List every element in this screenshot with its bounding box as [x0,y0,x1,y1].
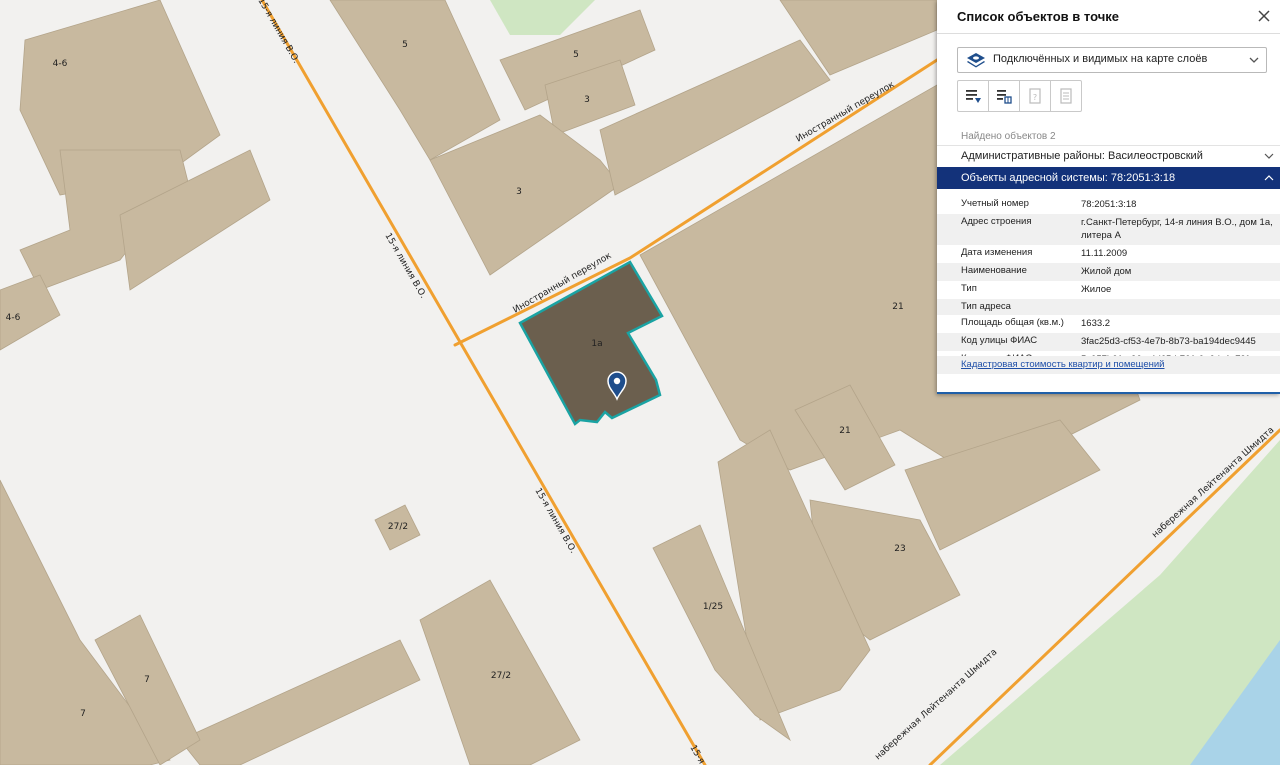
building-number-label: 3 [516,187,522,197]
chevron-up-icon [1264,175,1274,181]
building-number-label: 4-6 [6,313,21,323]
building-number-label: 5 [573,50,579,60]
attribute-row: Код улицы ФИАС 3fac25d3-cf53-4e7b-8b73-ba… [937,333,1280,351]
building-number-label: 5 [402,40,408,50]
building-number-label: 21 [839,426,850,436]
divider [937,33,1280,34]
chevron-down-icon [1249,57,1259,63]
layers-icon [967,53,985,68]
attribute-key: Дата изменения [961,247,1033,258]
layer-select[interactable]: Подключённых и видимых на карте слоёв [957,47,1267,73]
attribute-key: Тип адреса [961,301,1011,312]
attribute-value: г.Санкт-Петербург, 14-я линия В.О., дом … [1081,217,1273,241]
attribute-key: Площадь общая (кв.м.) [961,317,1064,328]
attribute-row: Адрес строения г.Санкт-Петербург, 14-я ли… [937,214,1280,245]
panel-title: Список объектов в точке [957,9,1119,24]
cadastral-value-link[interactable]: Кадастровая стоимость квартир и помещени… [961,359,1165,370]
building-number-label: 1а [591,339,602,349]
close-icon[interactable] [1254,6,1274,26]
svg-text:?: ? [1033,93,1037,102]
district-row-label: Административные районы: Василеостровски… [961,150,1203,162]
attribute-value: 3fac25d3-cf53-4e7b-8b73-ba194dec9445 [1081,336,1256,347]
attribute-value [1081,301,1276,312]
building-number-label: 1/25 [703,602,723,612]
layer-select-label: Подключённых и видимых на карте слоёв [993,53,1208,65]
attribute-row: Наименование Жилой дом [937,263,1280,281]
attribute-value: 78:2051:3:18 [1081,199,1137,210]
attribute-key: Тип [961,283,977,294]
attribute-key: Наименование [961,265,1027,276]
building-number-label: 21 [892,302,903,312]
panel-toolbar: ? [957,80,1082,112]
building-number-label: 7 [80,709,86,719]
building-number-label: 27/2 [388,522,408,532]
building-number-label: 27/2 [491,671,511,681]
document-button[interactable] [1051,81,1081,111]
district-row[interactable]: Административные районы: Василеостровски… [937,145,1280,166]
address-object-row[interactable]: Объекты адресной системы: 78:2051:3:18 [937,167,1280,189]
address-object-label: Объекты адресной системы: 78:2051:3:18 [961,172,1176,184]
attribute-row: Площадь общая (кв.м.) 1633.2 [937,315,1280,333]
attribute-row: Тип адреса [937,299,1280,315]
attribute-value: Жилой дом [1081,266,1132,277]
building-number-label: 7 [144,675,150,685]
attribute-key: Адрес строения [961,216,1032,227]
attribute-key: Учетный номер [961,198,1029,209]
objects-panel: Список объектов в точке Подключённых и в… [937,0,1280,394]
building-number-label: 23 [894,544,905,554]
attribute-value: Жилое [1081,284,1112,295]
help-doc-button[interactable]: ? [1020,81,1051,111]
document-icon [1060,88,1072,104]
attribute-row: Учетный номер 78:2051:3:18 [937,196,1280,214]
list-filter-icon [966,90,981,103]
attribute-row: Тип Жилое [937,281,1280,299]
building-number-label: 4-6 [53,59,68,69]
attribute-value: 1633.2 [1081,318,1111,329]
attribute-key: Код улицы ФИАС [961,335,1038,346]
help-document-icon: ? [1029,88,1041,104]
attribute-row: Дата изменения 11.11.2009 [937,245,1280,263]
list-grid-icon [997,90,1012,104]
attribute-value: 11.11.2009 [1081,248,1128,259]
attributes-table: Учетный номер 78:2051:3:18 Адрес строения г… [937,196,1280,369]
chevron-down-icon [1264,153,1274,159]
found-count: Найдено объектов 2 [961,131,1056,142]
list-filter-button[interactable] [958,81,989,111]
list-grid-button[interactable] [989,81,1020,111]
building-number-label: 3 [584,95,590,105]
